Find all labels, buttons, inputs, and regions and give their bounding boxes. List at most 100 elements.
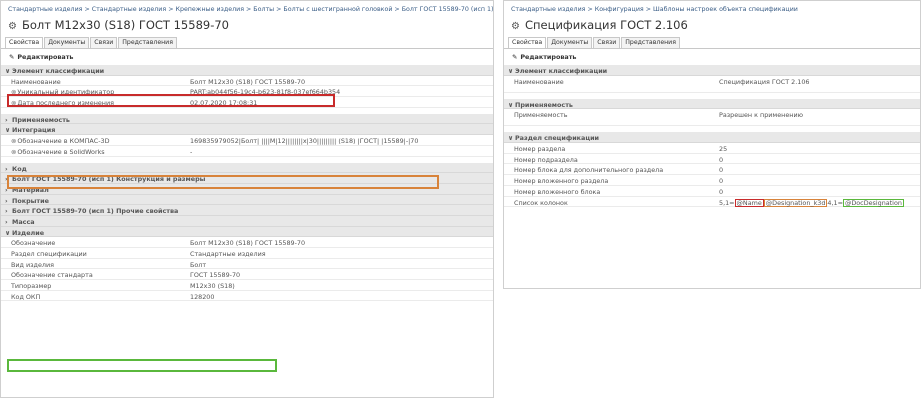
section-header[interactable]: ∨ Раздел спецификации <box>504 132 920 144</box>
tab-documents[interactable]: Документы <box>44 37 90 48</box>
section-header[interactable]: ∨ Применяемость <box>504 98 920 110</box>
section-header[interactable]: ∨ Изделие <box>1 226 493 238</box>
property-row: Код ОКП 128200 <box>1 291 493 302</box>
property-label: Обозначение стандарта <box>11 271 93 280</box>
tab-properties[interactable]: Свойства <box>508 37 547 48</box>
edit-label: Редактировать <box>520 53 577 61</box>
property-row: Обозначение Болт М12х30 (S18) ГОСТ 15589-… <box>1 237 493 248</box>
chevron-down-icon[interactable]: ∨ <box>5 126 12 134</box>
property-label: Номер вложенного раздела <box>514 177 609 186</box>
chevron-down-icon[interactable]: ∨ <box>5 67 12 75</box>
property-row: Наименование Болт М12х30 (S18) ГОСТ 15589… <box>1 76 493 87</box>
chevron-right-icon[interactable]: › <box>5 116 12 124</box>
property-list: ∨ Элемент классификации Наименование Специф… <box>504 65 920 208</box>
section-header[interactable]: ∨ Интеграция <box>1 124 493 136</box>
property-label: Применяемость <box>515 100 573 109</box>
column-prefix: 5,1= <box>719 198 735 207</box>
property-row: Номер подраздела 0 <box>504 154 920 165</box>
pencil-icon: ✎ <box>512 53 518 61</box>
section-header[interactable]: › Применяемость <box>1 113 493 125</box>
property-label: Масса <box>12 217 35 226</box>
highlight-name-row <box>7 94 335 107</box>
property-row: ⊗Обозначение в SolidWorks - <box>1 146 493 157</box>
pencil-icon: ✎ <box>9 53 15 61</box>
gear-icon: ⚙ <box>8 21 17 32</box>
column-prefix: 4,1= <box>827 198 843 207</box>
property-label: Элемент классификации <box>12 67 105 75</box>
property-value: Разрешен к применению <box>719 111 803 120</box>
property-value: Болт М12х30 (S18) ГОСТ 15589-70 <box>190 239 306 248</box>
tab-documents[interactable]: Документы <box>547 37 593 48</box>
chevron-right-icon[interactable]: › <box>5 218 12 226</box>
section-header[interactable]: › Болт ГОСТ 15589-70 (исп 1) Прочие свойс… <box>1 205 493 216</box>
left-panel: Стандартные изделия > Стандартные издели… <box>0 0 494 398</box>
property-label: Болт ГОСТ 15589-70 (исп 1) Прочие свойст… <box>12 207 179 216</box>
column-token: @Designation_k3d <box>763 198 828 207</box>
property-label: Номер блока для дополнительного раздела <box>514 166 664 175</box>
property-label: Код <box>12 164 27 173</box>
tab-links[interactable]: Связи <box>90 37 118 48</box>
chevron-right-icon[interactable]: › <box>5 165 12 173</box>
breadcrumb[interactable]: Стандартные изделия > Стандартные издели… <box>8 6 493 13</box>
property-label: Номер вложенного блока <box>514 187 601 196</box>
property-label: Наименование <box>11 77 61 86</box>
property-value: Стандартные изделия <box>190 250 266 258</box>
link-property-icon: ⊗ <box>11 147 17 156</box>
tab-links[interactable]: Связи <box>593 37 621 48</box>
tab-views[interactable]: Представления <box>621 37 680 48</box>
property-label: Типоразмер <box>11 282 52 291</box>
property-label: Элемент классификации <box>515 67 608 75</box>
chevron-down-icon[interactable]: ∨ <box>5 229 12 237</box>
property-value: 5,1= @Name @Designation_k3d 4,1= @DocDesigna… <box>719 198 904 207</box>
property-row: ⊗Обозначение в КОМПАС-3D 169835979052|Бол… <box>1 135 493 146</box>
chevron-down-icon[interactable]: ∨ <box>508 134 515 142</box>
property-value: 0 <box>719 187 724 196</box>
section-header[interactable]: › Код <box>1 162 493 174</box>
tab-properties[interactable]: Свойства <box>5 37 44 48</box>
property-label: Наименование <box>514 77 564 86</box>
link-property-icon: ⊗ <box>11 137 17 146</box>
edit-button[interactable]: ✎ Редактировать <box>9 53 73 61</box>
property-value: Болт М12х30 (S18) ГОСТ 15589-70 <box>190 77 306 86</box>
edit-button[interactable]: ✎ Редактировать <box>512 53 576 61</box>
property-label: Номер подраздела <box>514 155 578 164</box>
property-label: Покрытие <box>12 196 49 205</box>
property-label: Изделие <box>12 228 45 237</box>
property-value: Болт <box>190 260 207 269</box>
chevron-right-icon[interactable]: › <box>5 207 12 215</box>
property-row: Номер вложенного раздела 0 <box>504 175 920 186</box>
page-title: ⚙ Спецификация ГОСТ 2.106 <box>511 18 688 32</box>
property-label: Интеграция <box>12 126 56 135</box>
chevron-down-icon[interactable]: ∨ <box>508 101 515 109</box>
property-label: Раздел спецификации <box>515 134 600 143</box>
property-value: ГОСТ 15589-70 <box>190 271 241 280</box>
gear-icon: ⚙ <box>511 21 520 32</box>
property-value: 169835979052|Болт| ||||М|12||||||||х|30|… <box>190 137 419 146</box>
property-label: Применяемость <box>12 115 70 124</box>
property-label: Вид изделия <box>11 260 54 269</box>
right-panel: Стандартные изделия > Конфигурация > Шаб… <box>503 0 921 289</box>
property-row: Список колонок 5,1= @Name @Designation_k3d 4… <box>504 197 920 208</box>
property-label: Обозначение в КОМПАС-3D <box>17 137 110 146</box>
chevron-right-icon[interactable]: › <box>5 197 12 205</box>
property-row: Вид изделия Болт <box>1 259 493 270</box>
column-token: @Name <box>734 198 764 207</box>
chevron-down-icon[interactable]: ∨ <box>508 67 515 75</box>
breadcrumb[interactable]: Стандартные изделия > Конфигурация > Шаб… <box>511 6 798 13</box>
property-row: Типоразмер М12х30 (S18) <box>1 280 493 291</box>
section-header[interactable]: ∨ Элемент классификации <box>1 65 493 76</box>
tab-views[interactable]: Представления <box>118 37 177 48</box>
property-row: Обозначение стандарта ГОСТ 15589-70 <box>1 269 493 281</box>
tab-divider <box>504 48 920 49</box>
property-value: 0 <box>719 177 724 186</box>
property-row: Наименование Спецификация ГОСТ 2.106 <box>504 76 920 93</box>
page-title: ⚙ Болт М12х30 (S18) ГОСТ 15589-70 <box>8 18 229 32</box>
property-label: Применяемость <box>514 111 568 120</box>
section-header[interactable]: › Масса <box>1 215 493 227</box>
section-header[interactable]: › Покрытие <box>1 194 493 206</box>
property-row: Раздел спецификации Стандартные изделия <box>1 248 493 259</box>
section-header[interactable]: ∨ Элемент классификации <box>504 65 920 76</box>
property-label: Список колонок <box>514 198 568 207</box>
property-label: Обозначение в SolidWorks <box>17 147 105 156</box>
tab-bar: Свойства Документы Связи Представления <box>5 37 178 48</box>
